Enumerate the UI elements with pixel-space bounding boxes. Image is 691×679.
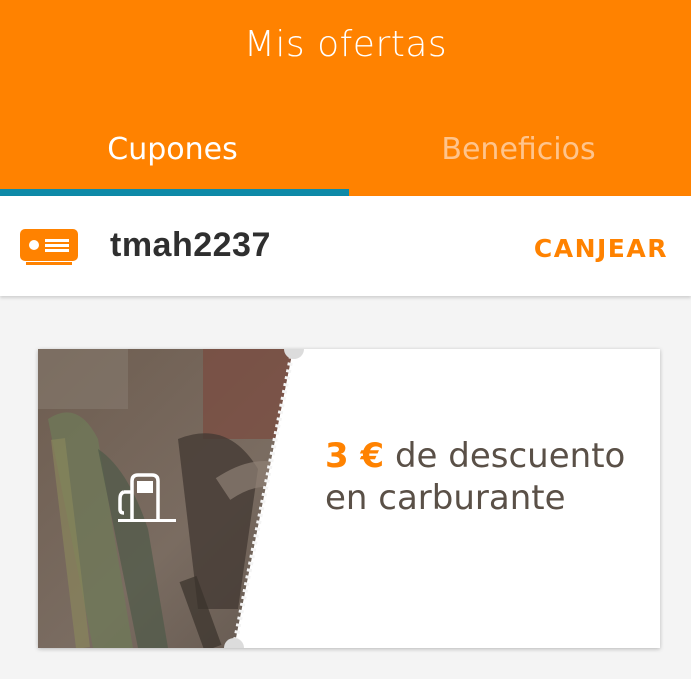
- coupon-card-icon: [20, 229, 78, 265]
- active-tab-indicator: [0, 189, 349, 196]
- page-title: Mis ofertas: [243, 24, 448, 65]
- coupon-amount: 3 €: [325, 436, 385, 476]
- tab-cupones[interactable]: Cupones: [0, 128, 345, 196]
- fuel-pump-icon: [118, 473, 176, 522]
- coupon-code: tmah2237: [110, 226, 271, 264]
- redeem-button[interactable]: CANJEAR: [534, 234, 668, 263]
- coupon-code-bar: tmah2237 CANJEAR: [0, 196, 691, 296]
- coupon-description: 3 € de descuento en carburante: [325, 435, 645, 519]
- app-header: Mis ofertas Cupones Beneficios: [0, 0, 691, 196]
- coupon-card[interactable]: 3 € de descuento en carburante: [38, 349, 660, 648]
- tab-beneficios[interactable]: Beneficios: [346, 128, 691, 196]
